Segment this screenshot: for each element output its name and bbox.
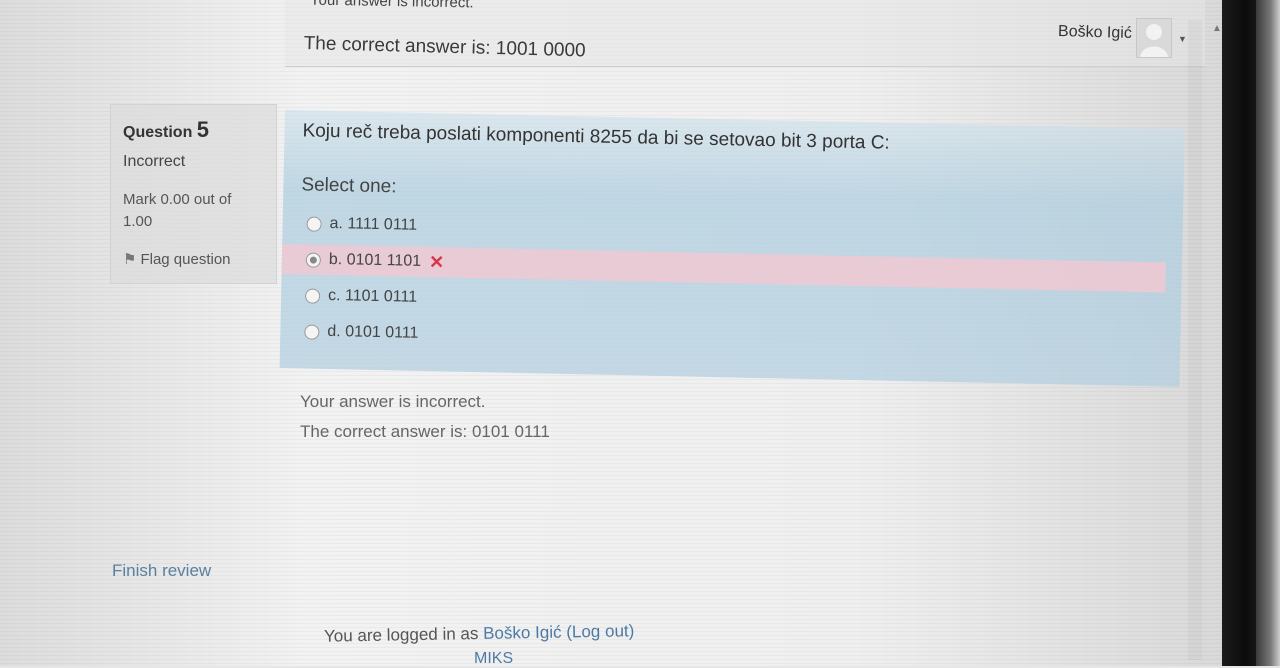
question-info: Question 5 Incorrect Mark 0.00 out of 1.… [110, 104, 277, 284]
avatar[interactable] [1136, 18, 1172, 58]
flag-question-link[interactable]: ⚑ Flag question [123, 250, 231, 268]
question-number: Question 5 [123, 117, 209, 143]
question-grade: Mark 0.00 out of 1.00 [123, 191, 232, 230]
scroll-up-icon[interactable]: ▲ [1212, 24, 1222, 34]
question-label: Question [123, 124, 193, 141]
feedback-right-answer: The correct answer is: 0101 0111 [300, 422, 550, 441]
user-name[interactable]: Boško Igić [1058, 23, 1132, 43]
chevron-down-icon[interactable]: ▼ [1178, 34, 1187, 44]
scrollbar[interactable] [1188, 20, 1202, 660]
course-link[interactable]: MIKS [474, 650, 513, 668]
monitor-edge [1256, 0, 1280, 666]
answer-label: b. 0101 1101 [328, 250, 422, 270]
answer-label: d. 0101 0111 [327, 322, 419, 342]
question-feedback: Your answer is incorrect. The correct an… [300, 392, 550, 442]
radio-button [304, 323, 320, 340]
question-state: Incorrect [123, 153, 186, 170]
logout-link[interactable]: (Log out) [566, 621, 634, 641]
login-prefix: You are logged in as [323, 624, 479, 646]
profile-link[interactable]: Boško Igić [483, 623, 562, 643]
question-text: Koju reč treba poslati komponenti 8255 d… [302, 120, 890, 154]
incorrect-icon: ✕ [428, 251, 445, 272]
answer-label: c. 1101 0111 [327, 286, 418, 306]
answer-prompt: Select one: [301, 174, 397, 198]
feedback-general: Your answer is incorrect. [300, 392, 486, 411]
radio-button-selected [305, 251, 322, 268]
browser-screen: Your answer is incorrect. The correct an… [0, 0, 1222, 668]
login-info: You are logged in as Boško Igić (Log out… [324, 621, 635, 646]
finish-review-link[interactable]: Finish review [112, 561, 211, 581]
answer-options: a. 1111 0111 b. 0101 1101 ✕ c. 1101 0111… [281, 208, 1167, 370]
question-number-value: 5 [196, 117, 210, 142]
radio-button [306, 215, 322, 232]
answer-label: a. 1111 0111 [329, 214, 418, 234]
flag-question-label[interactable]: Flag question [140, 251, 230, 268]
radio-button [304, 287, 321, 304]
question-formulation: Koju reč treba poslati komponenti 8255 d… [279, 110, 1185, 387]
flag-icon: ⚑ [123, 251, 137, 268]
